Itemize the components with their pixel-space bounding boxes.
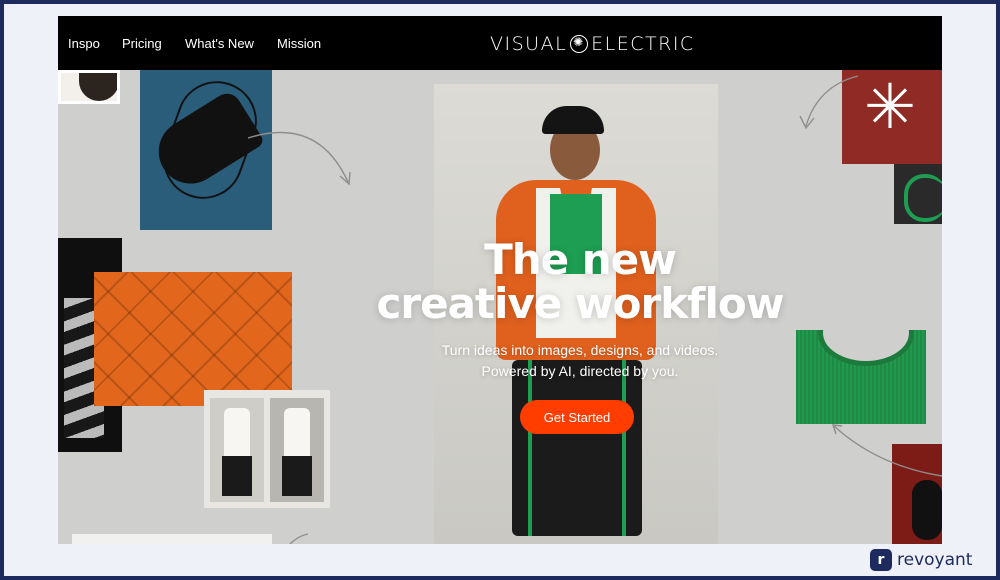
collage-tile-red-burst: ✳: [842, 70, 942, 164]
hero-subcopy-line2: Powered by AI, directed by you.: [481, 363, 679, 379]
nav-link-inspo[interactable]: Inspo: [68, 36, 100, 51]
brand-word-electric: ELECTRIC: [591, 33, 695, 55]
arrow-curve-4: [289, 533, 309, 544]
collage-photo-red-bottom: [892, 444, 942, 544]
nav-link-whats-new[interactable]: What's New: [185, 36, 254, 51]
get-started-button[interactable]: Get Started: [520, 400, 634, 434]
print-photo-1: [210, 398, 264, 502]
arrow-head-2: [799, 115, 815, 130]
arrow-head-3: [831, 424, 843, 435]
collage-photo-green-knit: [796, 330, 926, 424]
hero-headline-line1: The new: [484, 235, 677, 284]
print-photo-2: [270, 398, 324, 502]
brand-word-visual: VISUAL: [490, 33, 568, 55]
collage-photo-black-shoe: [140, 70, 272, 230]
hero-headline: The new creative workflow: [350, 238, 810, 326]
collage-photo-bottom-strip: [72, 534, 272, 544]
watermark: r revoyant: [870, 547, 972, 573]
nav-link-mission[interactable]: Mission: [277, 36, 321, 51]
hero-subcopy: Turn ideas into images, designs, and vid…: [380, 340, 780, 382]
top-nav: Inspo Pricing What's New Mission VISUAL …: [58, 16, 942, 70]
collage-photo-portrait-crop: [58, 70, 120, 104]
watermark-text: revoyant: [897, 550, 973, 570]
collage-photo-orange-quilt: [94, 272, 292, 406]
collage-photo-dark-sneaker: [894, 164, 942, 224]
hero-headline-line2: creative workflow: [376, 279, 784, 328]
arrow-head-1: [339, 171, 351, 186]
model-cap: [542, 106, 604, 134]
collage-photo-shirt-prints: [204, 390, 330, 508]
hero-subcopy-line1: Turn ideas into images, designs, and vid…: [441, 342, 719, 358]
brand-mark-icon: [570, 35, 589, 53]
watermark-logo-icon: r: [870, 549, 892, 571]
nav-link-pricing[interactable]: Pricing: [122, 36, 162, 51]
brand-logo[interactable]: VISUAL ELECTRIC: [490, 33, 695, 55]
browser-viewport: ✳ Inspo Pricing What's New Mission VISUA…: [58, 16, 942, 544]
model-pants: [512, 360, 642, 536]
burst-icon: ✳: [864, 70, 916, 143]
